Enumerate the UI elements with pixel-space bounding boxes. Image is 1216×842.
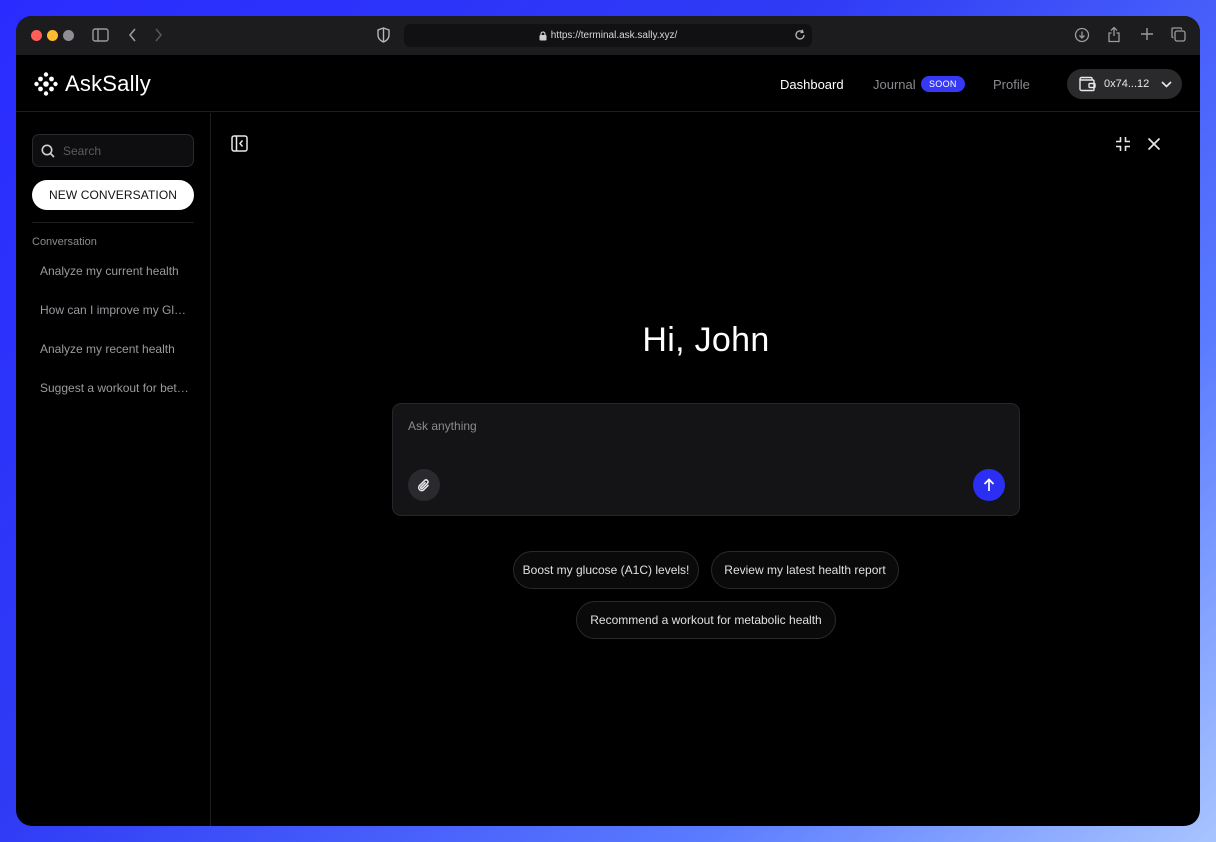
- suggestion-chip[interactable]: Recommend a workout for metabolic health: [576, 601, 836, 639]
- close-icon[interactable]: [1147, 137, 1161, 151]
- conversation-item[interactable]: How can I improve my Glucose: [40, 302, 190, 341]
- share-icon[interactable]: [1107, 26, 1121, 43]
- reload-icon[interactable]: [794, 29, 806, 41]
- address-bar[interactable]: https://terminal.ask.sally.xyz/: [404, 24, 812, 47]
- forward-arrow-icon[interactable]: [154, 28, 163, 42]
- minimize-icon[interactable]: [1114, 135, 1132, 153]
- logo-text: AskSally: [65, 71, 151, 96]
- conversation-item[interactable]: Analyze my current health: [40, 263, 190, 302]
- back-arrow-icon[interactable]: [128, 28, 137, 42]
- conversation-item[interactable]: Suggest a workout for better: [40, 380, 190, 419]
- app-logo[interactable]: AskSally: [33, 71, 151, 97]
- sidebar: NEW CONVERSATION Conversation Analyze my…: [16, 113, 211, 826]
- message-input[interactable]: [408, 419, 998, 459]
- tab-overview-icon[interactable]: [1171, 27, 1186, 42]
- attach-button[interactable]: [408, 469, 440, 501]
- browser-toolbar: https://terminal.ask.sally.xyz/: [16, 16, 1200, 56]
- search-icon: [41, 144, 55, 158]
- search-input[interactable]: [63, 135, 188, 166]
- search-box[interactable]: [32, 134, 194, 167]
- greeting-heading: Hi, John: [642, 321, 770, 359]
- paperclip-icon: [417, 478, 430, 491]
- wallet-address: 0x74...12: [1104, 78, 1150, 90]
- new-tab-icon[interactable]: [1140, 27, 1154, 41]
- download-icon[interactable]: [1074, 27, 1090, 43]
- suggestion-chip[interactable]: Boost my glucose (A1C) levels!: [513, 551, 699, 589]
- chat-main-panel: Hi, John Boost my glucose (A1C) levels! …: [212, 113, 1200, 826]
- chevron-down-icon: [1161, 80, 1172, 88]
- conversation-item[interactable]: Analyze my recent health: [40, 341, 190, 380]
- minimize-window-button[interactable]: [47, 30, 58, 41]
- conversation-list: Analyze my current health How can I impr…: [40, 263, 190, 419]
- browser-window: https://terminal.ask.sally.xyz/ AskSally…: [16, 16, 1200, 826]
- chat-composer: [392, 403, 1020, 516]
- collapse-sidebar-icon[interactable]: [231, 135, 248, 152]
- shield-icon[interactable]: [377, 27, 390, 43]
- wallet-icon: [1079, 76, 1096, 92]
- arrow-up-icon: [983, 478, 995, 491]
- soon-badge: SOON: [921, 76, 965, 92]
- lock-icon: [539, 30, 547, 41]
- suggestion-chip[interactable]: Review my latest health report: [711, 551, 899, 589]
- sidebar-toggle-icon[interactable]: [92, 28, 109, 42]
- nav-dashboard[interactable]: Dashboard: [780, 77, 844, 92]
- conversation-section-label: Conversation: [32, 236, 97, 248]
- nav-profile[interactable]: Profile: [993, 77, 1030, 92]
- wallet-button[interactable]: 0x74...12: [1067, 69, 1182, 99]
- send-button[interactable]: [973, 469, 1005, 501]
- nav-journal[interactable]: Journal: [873, 77, 916, 92]
- asksally-logo-icon: [34, 72, 58, 96]
- zoom-window-button[interactable]: [63, 30, 74, 41]
- app-header: AskSally Dashboard Journal SOON Profile …: [16, 56, 1200, 112]
- url-text: https://terminal.ask.sally.xyz/: [550, 30, 678, 41]
- sidebar-divider: [32, 222, 194, 223]
- new-conversation-button[interactable]: NEW CONVERSATION: [32, 180, 194, 210]
- close-window-button[interactable]: [31, 30, 42, 41]
